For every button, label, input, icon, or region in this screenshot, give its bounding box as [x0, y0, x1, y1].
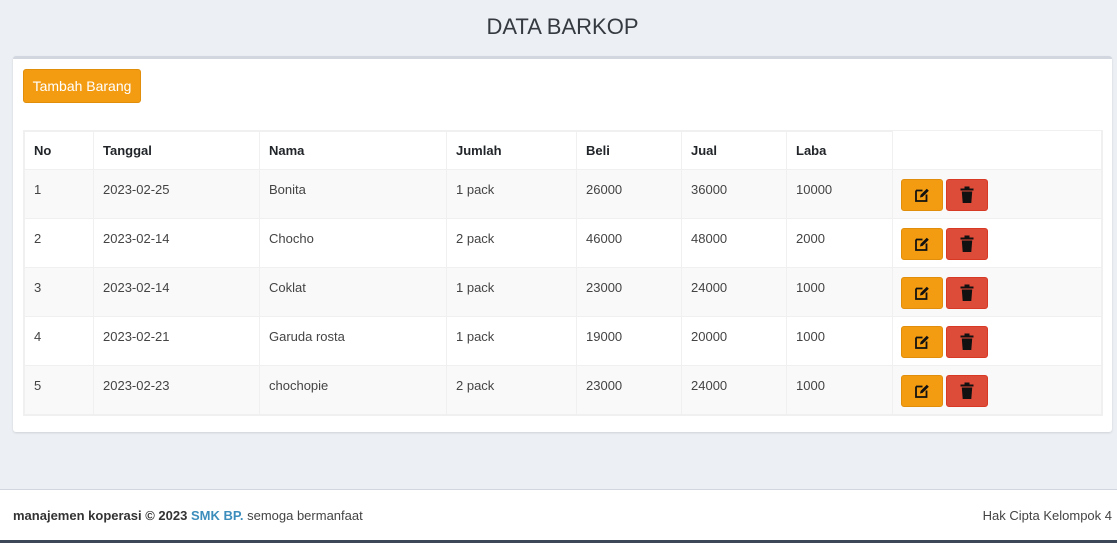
cell-jumlah: 2 pack — [446, 365, 577, 415]
cell-actions — [892, 169, 1102, 219]
data-table-container: No Tanggal Nama Jumlah Beli Jual Laba 12… — [23, 130, 1103, 416]
footer: manajemen koperasi © 2023 SMK BP. semoga… — [0, 489, 1117, 540]
cell-laba: 1000 — [786, 267, 893, 317]
cell-beli: 19000 — [576, 316, 682, 366]
data-table: No Tanggal Nama Jumlah Beli Jual Laba 12… — [24, 131, 1102, 415]
add-item-button[interactable]: Tambah Barang — [23, 69, 141, 103]
cell-jual: 48000 — [681, 218, 787, 268]
cell-laba: 1000 — [786, 365, 893, 415]
table-row: 4 2023-02-21 Garuda rosta 1 pack 19000 20000 1… — [24, 316, 1102, 366]
cell-actions — [892, 267, 1102, 317]
cell-jumlah: 1 pack — [446, 169, 577, 219]
table-row: 3 2023-02-14 Coklat 1 pack 23000 24000 1000 — [24, 267, 1102, 317]
edit-button[interactable] — [901, 277, 943, 309]
footer-copyright: manajemen koperasi © 2023 SMK BP. semoga… — [13, 508, 363, 523]
cell-jual: 24000 — [681, 267, 787, 317]
delete-button[interactable] — [946, 228, 988, 260]
edit-button[interactable] — [901, 375, 943, 407]
delete-button[interactable] — [946, 375, 988, 407]
page-title: DATA BARKOP — [486, 14, 639, 39]
cell-no: 2 — [24, 218, 94, 268]
cell-nama: Coklat — [259, 267, 447, 317]
content-card: Tambah Barang No Tanggal Nama Jumlah Bel… — [13, 56, 1112, 432]
cell-nama: Bonita — [259, 169, 447, 219]
cell-no: 4 — [24, 316, 94, 366]
cell-jumlah: 1 pack — [446, 267, 577, 317]
cell-jumlah: 1 pack — [446, 316, 577, 366]
cell-no: 5 — [24, 365, 94, 415]
table-row: 5 2023-02-23 chochopie 2 pack 23000 24000 1000 — [24, 365, 1102, 415]
cell-jual: 20000 — [681, 316, 787, 366]
cell-tanggal: 2023-02-23 — [93, 365, 260, 415]
edit-button[interactable] — [901, 326, 943, 358]
cell-jual: 36000 — [681, 169, 787, 219]
cell-actions — [892, 365, 1102, 415]
column-header-beli: Beli — [576, 131, 682, 170]
column-header-laba: Laba — [786, 131, 893, 170]
cell-nama: chochopie — [259, 365, 447, 415]
cell-actions — [892, 218, 1102, 268]
cell-nama: Chocho — [259, 218, 447, 268]
cell-laba: 1000 — [786, 316, 893, 366]
cell-no: 3 — [24, 267, 94, 317]
column-header-tanggal: Tanggal — [93, 131, 260, 170]
footer-credit: Hak Cipta Kelompok 4 — [982, 508, 1112, 523]
cell-tanggal: 2023-02-25 — [93, 169, 260, 219]
cell-laba: 10000 — [786, 169, 893, 219]
delete-button[interactable] — [946, 277, 988, 309]
column-header-jual: Jual — [681, 131, 787, 170]
edit-button[interactable] — [901, 179, 943, 211]
cell-tanggal: 2023-02-14 — [93, 218, 260, 268]
table-row: 1 2023-02-25 Bonita 1 pack 26000 36000 10000 — [24, 169, 1102, 219]
table-header-row: No Tanggal Nama Jumlah Beli Jual Laba — [24, 131, 1102, 170]
cell-tanggal: 2023-02-14 — [93, 267, 260, 317]
cell-beli: 23000 — [576, 365, 682, 415]
cell-jual: 24000 — [681, 365, 787, 415]
cell-tanggal: 2023-02-21 — [93, 316, 260, 366]
cell-beli: 23000 — [576, 267, 682, 317]
footer-school-link[interactable]: SMK BP. — [191, 508, 244, 523]
cell-jumlah: 2 pack — [446, 218, 577, 268]
table-row: 2 2023-02-14 Chocho 2 pack 46000 48000 2000 — [24, 218, 1102, 268]
cell-beli: 46000 — [576, 218, 682, 268]
column-header-jumlah: Jumlah — [446, 131, 577, 170]
footer-app-name: manajemen koperasi © 2023 — [13, 508, 188, 523]
cell-actions — [892, 316, 1102, 366]
cell-no: 1 — [24, 169, 94, 219]
delete-button[interactable] — [946, 326, 988, 358]
footer-tagline: semoga bermanfaat — [247, 508, 363, 523]
column-header-nama: Nama — [259, 131, 447, 170]
cell-beli: 26000 — [576, 169, 682, 219]
edit-button[interactable] — [901, 228, 943, 260]
cell-laba: 2000 — [786, 218, 893, 268]
delete-button[interactable] — [946, 179, 988, 211]
column-header-actions — [892, 131, 1102, 170]
cell-nama: Garuda rosta — [259, 316, 447, 366]
column-header-no: No — [24, 131, 94, 170]
